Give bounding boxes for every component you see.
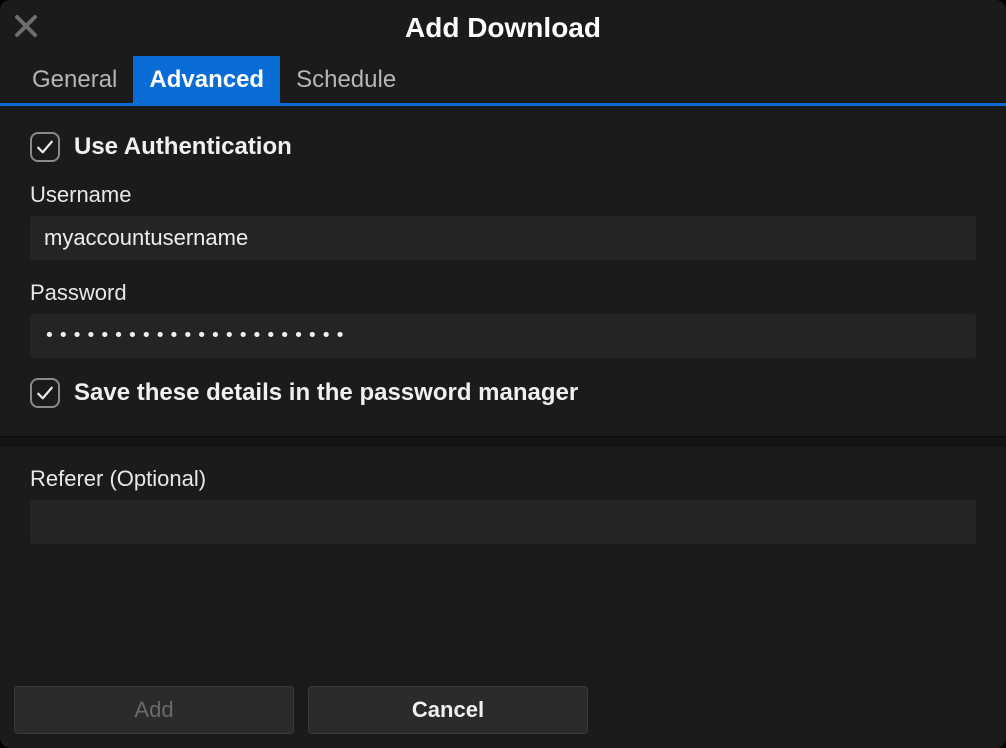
referer-input[interactable]	[30, 500, 976, 544]
tab-bar: General Advanced Schedule	[0, 56, 1006, 106]
use-auth-label: Use Authentication	[74, 133, 292, 161]
section-divider	[0, 436, 1006, 446]
titlebar: Add Download	[0, 0, 1006, 56]
add-download-dialog: Add Download General Advanced Schedule U…	[0, 0, 1006, 748]
password-input[interactable]: ••••••••••••••••••••••	[30, 314, 976, 358]
tab-schedule[interactable]: Schedule	[280, 56, 412, 103]
save-pw-checkbox[interactable]	[30, 378, 60, 408]
check-icon	[36, 138, 54, 156]
button-bar: Add Cancel	[0, 672, 1006, 748]
use-auth-checkbox[interactable]	[30, 132, 60, 162]
tab-advanced[interactable]: Advanced	[133, 56, 280, 103]
save-pw-label: Save these details in the password manag…	[74, 379, 578, 407]
add-button[interactable]: Add	[14, 686, 294, 734]
save-pw-row: Save these details in the password manag…	[30, 378, 976, 408]
password-label: Password	[30, 280, 976, 306]
dialog-title: Add Download	[405, 12, 601, 44]
check-icon	[36, 384, 54, 402]
username-label: Username	[30, 182, 976, 208]
cancel-button[interactable]: Cancel	[308, 686, 588, 734]
auth-section: Use Authentication Username Password •••…	[0, 106, 1006, 436]
tab-general[interactable]: General	[16, 56, 133, 103]
use-auth-row: Use Authentication	[30, 132, 976, 162]
close-button[interactable]	[12, 12, 40, 40]
close-icon	[14, 14, 38, 38]
referer-section: Referer (Optional)	[0, 446, 1006, 568]
referer-label: Referer (Optional)	[30, 466, 976, 492]
username-input[interactable]	[30, 216, 976, 260]
tab-content: Use Authentication Username Password •••…	[0, 106, 1006, 672]
